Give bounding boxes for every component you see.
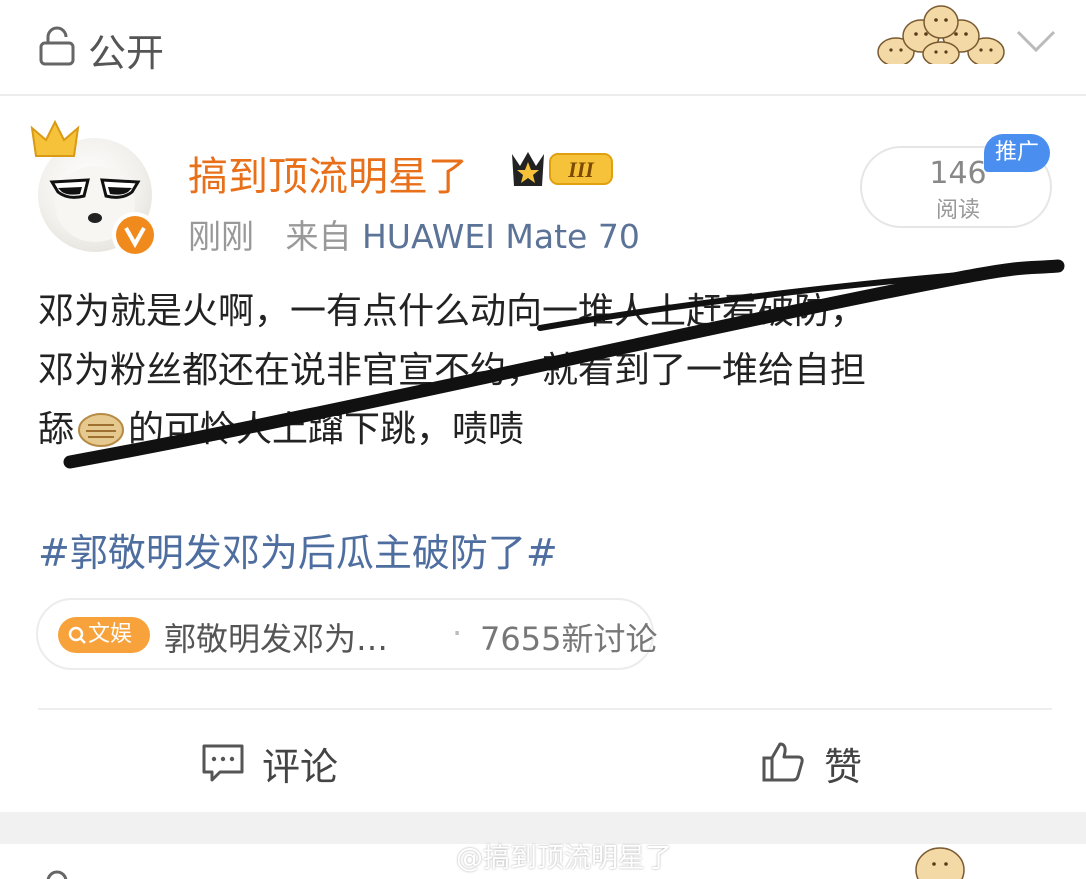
read-label: 阅读	[935, 198, 980, 223]
topic-category-label: 文娱	[88, 622, 133, 647]
verified-badge-icon	[112, 212, 158, 258]
topic-card[interactable]: 文娱 郭敬明发邓为… · 7655新讨论	[36, 598, 658, 670]
emoji-icon	[78, 413, 125, 447]
crown-icon	[30, 119, 80, 157]
topic-separator: ·	[452, 614, 463, 652]
lock-icon	[39, 26, 75, 66]
divider	[38, 708, 1052, 710]
weibo-logo-icon	[423, 848, 450, 870]
comment-icon	[202, 744, 244, 782]
hashtag-link[interactable]: #郭敬明发邓为后瓜主破防了#	[38, 522, 558, 577]
comment-button[interactable]: 评论	[200, 734, 360, 790]
sticker-decoration	[877, 5, 1005, 64]
lock-icon	[46, 870, 68, 879]
like-button[interactable]: 赞	[760, 734, 880, 790]
visibility-label[interactable]: 公开	[88, 866, 164, 879]
level-badge-text: III	[567, 157, 595, 182]
author-name[interactable]: 搞到顶流明星了	[188, 144, 468, 202]
promo-badge[interactable]: 推广	[984, 134, 1050, 172]
body-line: 邓为粉丝都还在说非官宣不约，就看到了一堆给自担	[38, 350, 867, 391]
post-meta: 刚刚 来自 HUAWEI Mate 70	[188, 210, 640, 258]
watermark: @搞到顶流明星了	[422, 836, 672, 875]
sticker-decoration	[915, 847, 965, 879]
search-icon	[68, 626, 86, 644]
post-time: 刚刚	[188, 217, 254, 256]
topic-title: 郭敬明发邓为…	[164, 620, 389, 658]
body-line: 邓为就是火啊，一有点什么动向一堆人上赶看破防，	[38, 291, 867, 332]
source-device[interactable]: HUAWEI Mate 70	[362, 217, 640, 256]
post-body: 邓为就是火啊，一有点什么动向一堆人上赶看破防， 邓为粉丝都还在说非官宣不约，就看…	[38, 282, 1058, 459]
chevron-down-icon[interactable]	[1014, 26, 1058, 56]
level-badge-icon: III	[512, 152, 613, 186]
topic-category-tag: 文娱	[58, 617, 150, 653]
body-line-end: 的可怜人上蹿下跳，啧啧	[128, 409, 525, 450]
visibility-label[interactable]: 公开	[88, 22, 164, 77]
body-line-start: 舔	[38, 409, 75, 450]
source-prefix: 来自	[285, 217, 352, 256]
thumbs-up-icon	[762, 742, 804, 782]
comment-label: 评论	[262, 745, 339, 789]
body-line: 舔 的可怜人上蹿下跳，啧啧	[38, 400, 1058, 459]
topic-discussion-count: 7655新讨论	[480, 620, 658, 658]
like-label: 赞	[824, 745, 863, 789]
visibility-header: 公开	[0, 0, 1086, 96]
watermark-text: @搞到顶流明星了	[456, 843, 672, 874]
